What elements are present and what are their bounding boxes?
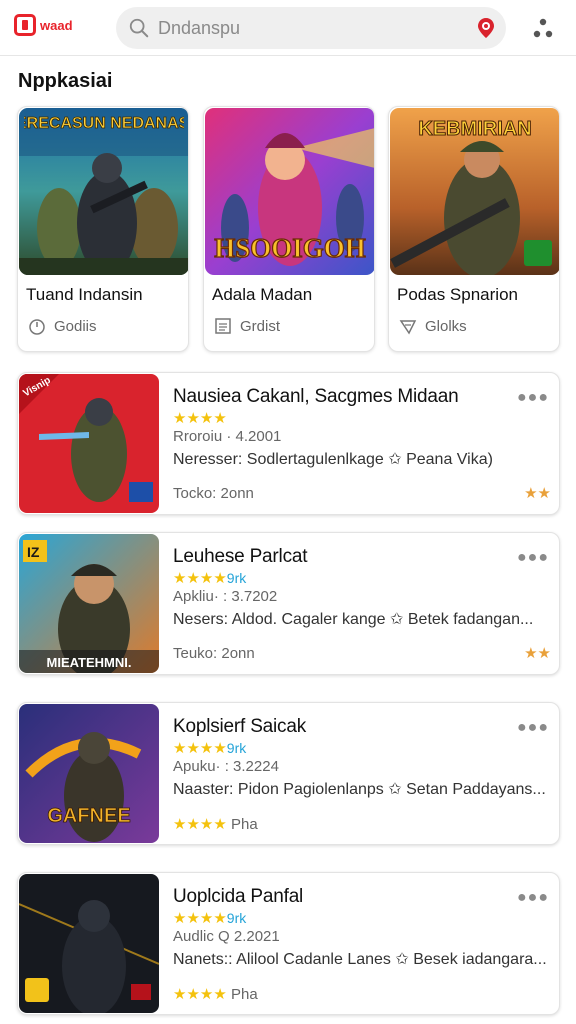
- app-logo[interactable]: waad: [14, 14, 73, 36]
- logo-icon: [14, 14, 36, 36]
- game-title: Leuhese Parlcat: [173, 546, 308, 567]
- logo-text: waad: [40, 17, 73, 33]
- game-thumbnail: IZ MIEATEHMNI.: [19, 534, 159, 673]
- list-item[interactable]: IZ MIEATEHMNI. Leuhese Parlcat ★★★★9rk A…: [17, 532, 560, 675]
- footer-text: Teuko: 2onn: [173, 645, 255, 662]
- featured-title: Adala Madan: [212, 285, 313, 304]
- news-text: Nesers: Aldod. Cagaler kange ✩ Betek fad…: [173, 611, 534, 628]
- game-title: Koplsierf Saicak: [173, 716, 307, 737]
- featured-title: Tuand Indansin: [26, 285, 143, 304]
- footer-text: Tocko: 2onn: [173, 485, 254, 502]
- featured-meta: Glolks: [399, 317, 467, 335]
- game-thumbnail: Visnip: [19, 374, 159, 513]
- svg-text:MERECASUN NEDANASIA: MERECASUN NEDANASIA: [24, 115, 184, 132]
- menu-dots-icon[interactable]: [530, 16, 556, 42]
- more-options-icon[interactable]: ●●●: [517, 389, 549, 407]
- svg-text:GAFNEE: GAFNEE: [47, 805, 130, 827]
- top-bar: waad Dndanspu: [0, 0, 576, 56]
- featured-card[interactable]: MERECASUN NEDANASIA Tuand Indansin Godii…: [17, 106, 189, 352]
- search-icon: [129, 18, 149, 38]
- svg-text:IZ: IZ: [27, 544, 40, 560]
- user-rating: ★★★★ Pha: [173, 986, 258, 1003]
- voice-search-icon[interactable]: [474, 16, 498, 40]
- featured-card[interactable]: HSOOIGOH Adala Madan Grdist: [203, 106, 375, 352]
- featured-title: Podas Spnarion: [397, 285, 518, 304]
- star-rating: ★★★★9rk: [173, 910, 247, 927]
- featured-meta: Grdist: [214, 317, 280, 335]
- game-title: Uoplcida Panfal: [173, 886, 304, 907]
- star-rating: ★★★★9rk: [173, 570, 247, 587]
- featured-meta: Godiis: [28, 317, 97, 335]
- featured-banner: MERECASUN NEDANASIA: [24, 115, 184, 133]
- game-thumbnail: [19, 874, 159, 1013]
- news-text: Naaster: Pidon Pagiolenlanps ✩ Setan Pad…: [173, 781, 546, 798]
- list-icon: [215, 318, 231, 334]
- section-title: Nppkasiai: [18, 70, 113, 92]
- timer-icon: [29, 319, 45, 335]
- release-info: Rroroiu · 4.2001: [173, 428, 282, 445]
- release-info: Apkliu· : 3.7202: [173, 588, 278, 605]
- search-bar[interactable]: Dndanspu: [116, 7, 506, 49]
- svg-text:MIEATEHMNI.: MIEATEHMNI.: [47, 655, 132, 670]
- star-rating: ★★★★9rk: [173, 740, 247, 757]
- badge-stars-icon: ★★: [524, 485, 551, 502]
- svg-text:KEBMIRIAN: KEBMIRIAN: [418, 118, 531, 140]
- search-input[interactable]: Dndanspu: [158, 18, 240, 39]
- user-rating: ★★★★ Pha: [173, 816, 258, 833]
- more-options-icon[interactable]: ●●●: [517, 889, 549, 907]
- more-options-icon[interactable]: ●●●: [517, 549, 549, 567]
- game-thumbnail: GAFNEE: [19, 704, 159, 843]
- featured-card[interactable]: KEBMIRIAN Podas Spnarion Glolks: [388, 106, 560, 352]
- featured-meta-label: Grdist: [240, 317, 281, 335]
- badge-stars-icon: ★★: [524, 645, 551, 662]
- featured-meta-label: Glolks: [425, 317, 467, 335]
- list-item[interactable]: Visnip Nausiea Cakanl, Sacgmes Midaan ★★…: [17, 372, 560, 515]
- game-title: Nausiea Cakanl, Sacgmes Midaan: [173, 386, 459, 407]
- featured-meta-label: Godiis: [54, 317, 97, 335]
- more-options-icon[interactable]: ●●●: [517, 719, 549, 737]
- list-item[interactable]: GAFNEE Koplsierf Saicak ★★★★9rk Apuku· :…: [17, 702, 560, 845]
- news-text: Nanets:: Alilool Cadanle Lanes ✩ Besek i…: [173, 951, 547, 968]
- featured-banner: HSOOIGOH: [214, 232, 367, 263]
- svg-text:HSOOIGOH: HSOOIGOH: [214, 233, 366, 263]
- list-item[interactable]: Uoplcida Panfal ★★★★9rk Audlic Q 2.2021 …: [17, 872, 560, 1015]
- star-rating: ★★★★: [173, 410, 227, 427]
- release-info: Apuku· : 3.2224: [173, 758, 279, 775]
- news-text: Neresser: Sodlertagulenlkage ✩ Peana Vik…: [173, 451, 493, 468]
- tag-icon: [399, 320, 417, 335]
- featured-banner: KEBMIRIAN: [418, 118, 532, 141]
- release-info: Audlic Q 2.2021: [173, 928, 280, 945]
